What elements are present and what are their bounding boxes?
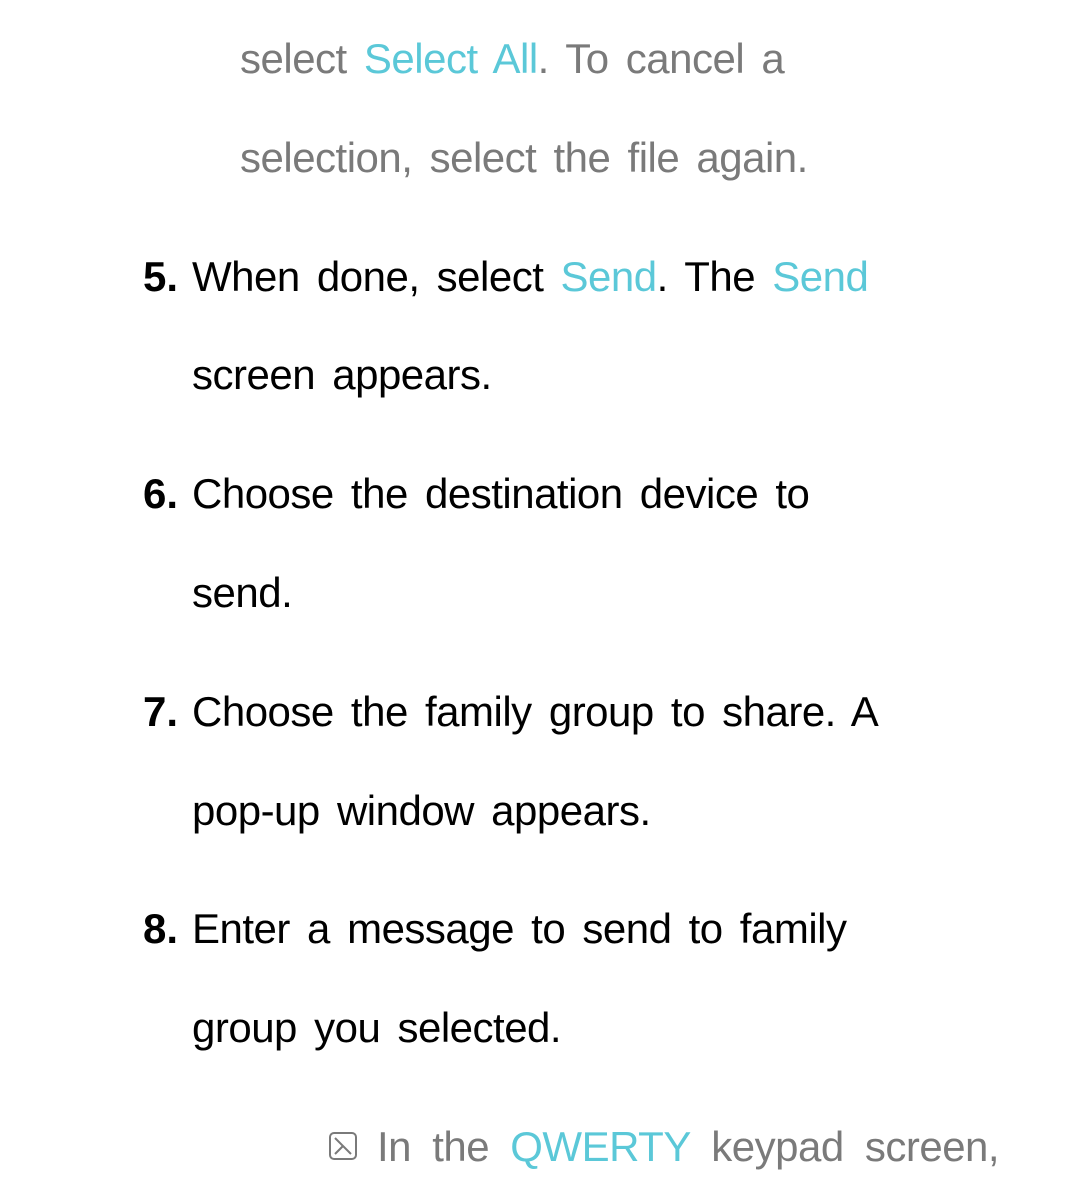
text-fragment: . The — [657, 253, 773, 300]
step-line: group you selected. — [192, 999, 1040, 1058]
step-number: 6. — [118, 465, 178, 623]
step-body: When done, select Send. The Send screen … — [192, 248, 1040, 406]
highlight-select-all: Select All — [364, 35, 538, 82]
step-6: 6. Choose the destination device to send… — [40, 465, 1040, 623]
intro-line-1: select Select All. To cancel a — [240, 30, 1040, 89]
step-line: send. — [192, 564, 1040, 623]
note-line: In the QWERTY keypad screen, — [377, 1118, 1040, 1177]
step-7: 7. Choose the family group to share. A p… — [40, 683, 1040, 841]
step-line: Choose the family group to share. A — [192, 683, 1040, 742]
text-fragment: . To cancel a — [538, 35, 785, 82]
step-5: 5. When done, select Send. The Send scre… — [40, 248, 1040, 406]
text-fragment: In the — [377, 1123, 510, 1170]
step-body: Choose the destination device to send. — [192, 465, 1040, 623]
step-body: Enter a message to send to family group … — [192, 900, 1040, 1176]
step-number: 7. — [118, 683, 178, 841]
highlight-qwerty: QWERTY — [510, 1123, 690, 1170]
note-body: In the QWERTY keypad screen, — [377, 1118, 1040, 1177]
step-line: pop-up window appears. — [192, 782, 1040, 841]
highlight-send: Send — [561, 253, 657, 300]
step-number: 8. — [118, 900, 178, 1176]
step-8: 8. Enter a message to send to family gro… — [40, 900, 1040, 1176]
step-line: When done, select Send. The Send — [192, 248, 1040, 307]
text-fragment: When done, select — [192, 253, 561, 300]
step-line: Choose the destination device to — [192, 465, 1040, 524]
step-line: Enter a message to send to family — [192, 900, 1040, 959]
note-icon — [327, 1130, 359, 1162]
text-fragment: keypad screen, — [690, 1123, 999, 1170]
intro-paragraph: select Select All. To cancel a selection… — [240, 30, 1040, 188]
step-line: screen appears. — [192, 346, 1040, 405]
document-page: select Select All. To cancel a selection… — [0, 0, 1080, 1177]
highlight-send: Send — [772, 253, 868, 300]
text-fragment: select — [240, 35, 364, 82]
step-number: 5. — [118, 248, 178, 406]
note: In the QWERTY keypad screen, — [327, 1118, 1040, 1177]
intro-line-2: selection, select the file again. — [240, 129, 1040, 188]
step-body: Choose the family group to share. A pop-… — [192, 683, 1040, 841]
